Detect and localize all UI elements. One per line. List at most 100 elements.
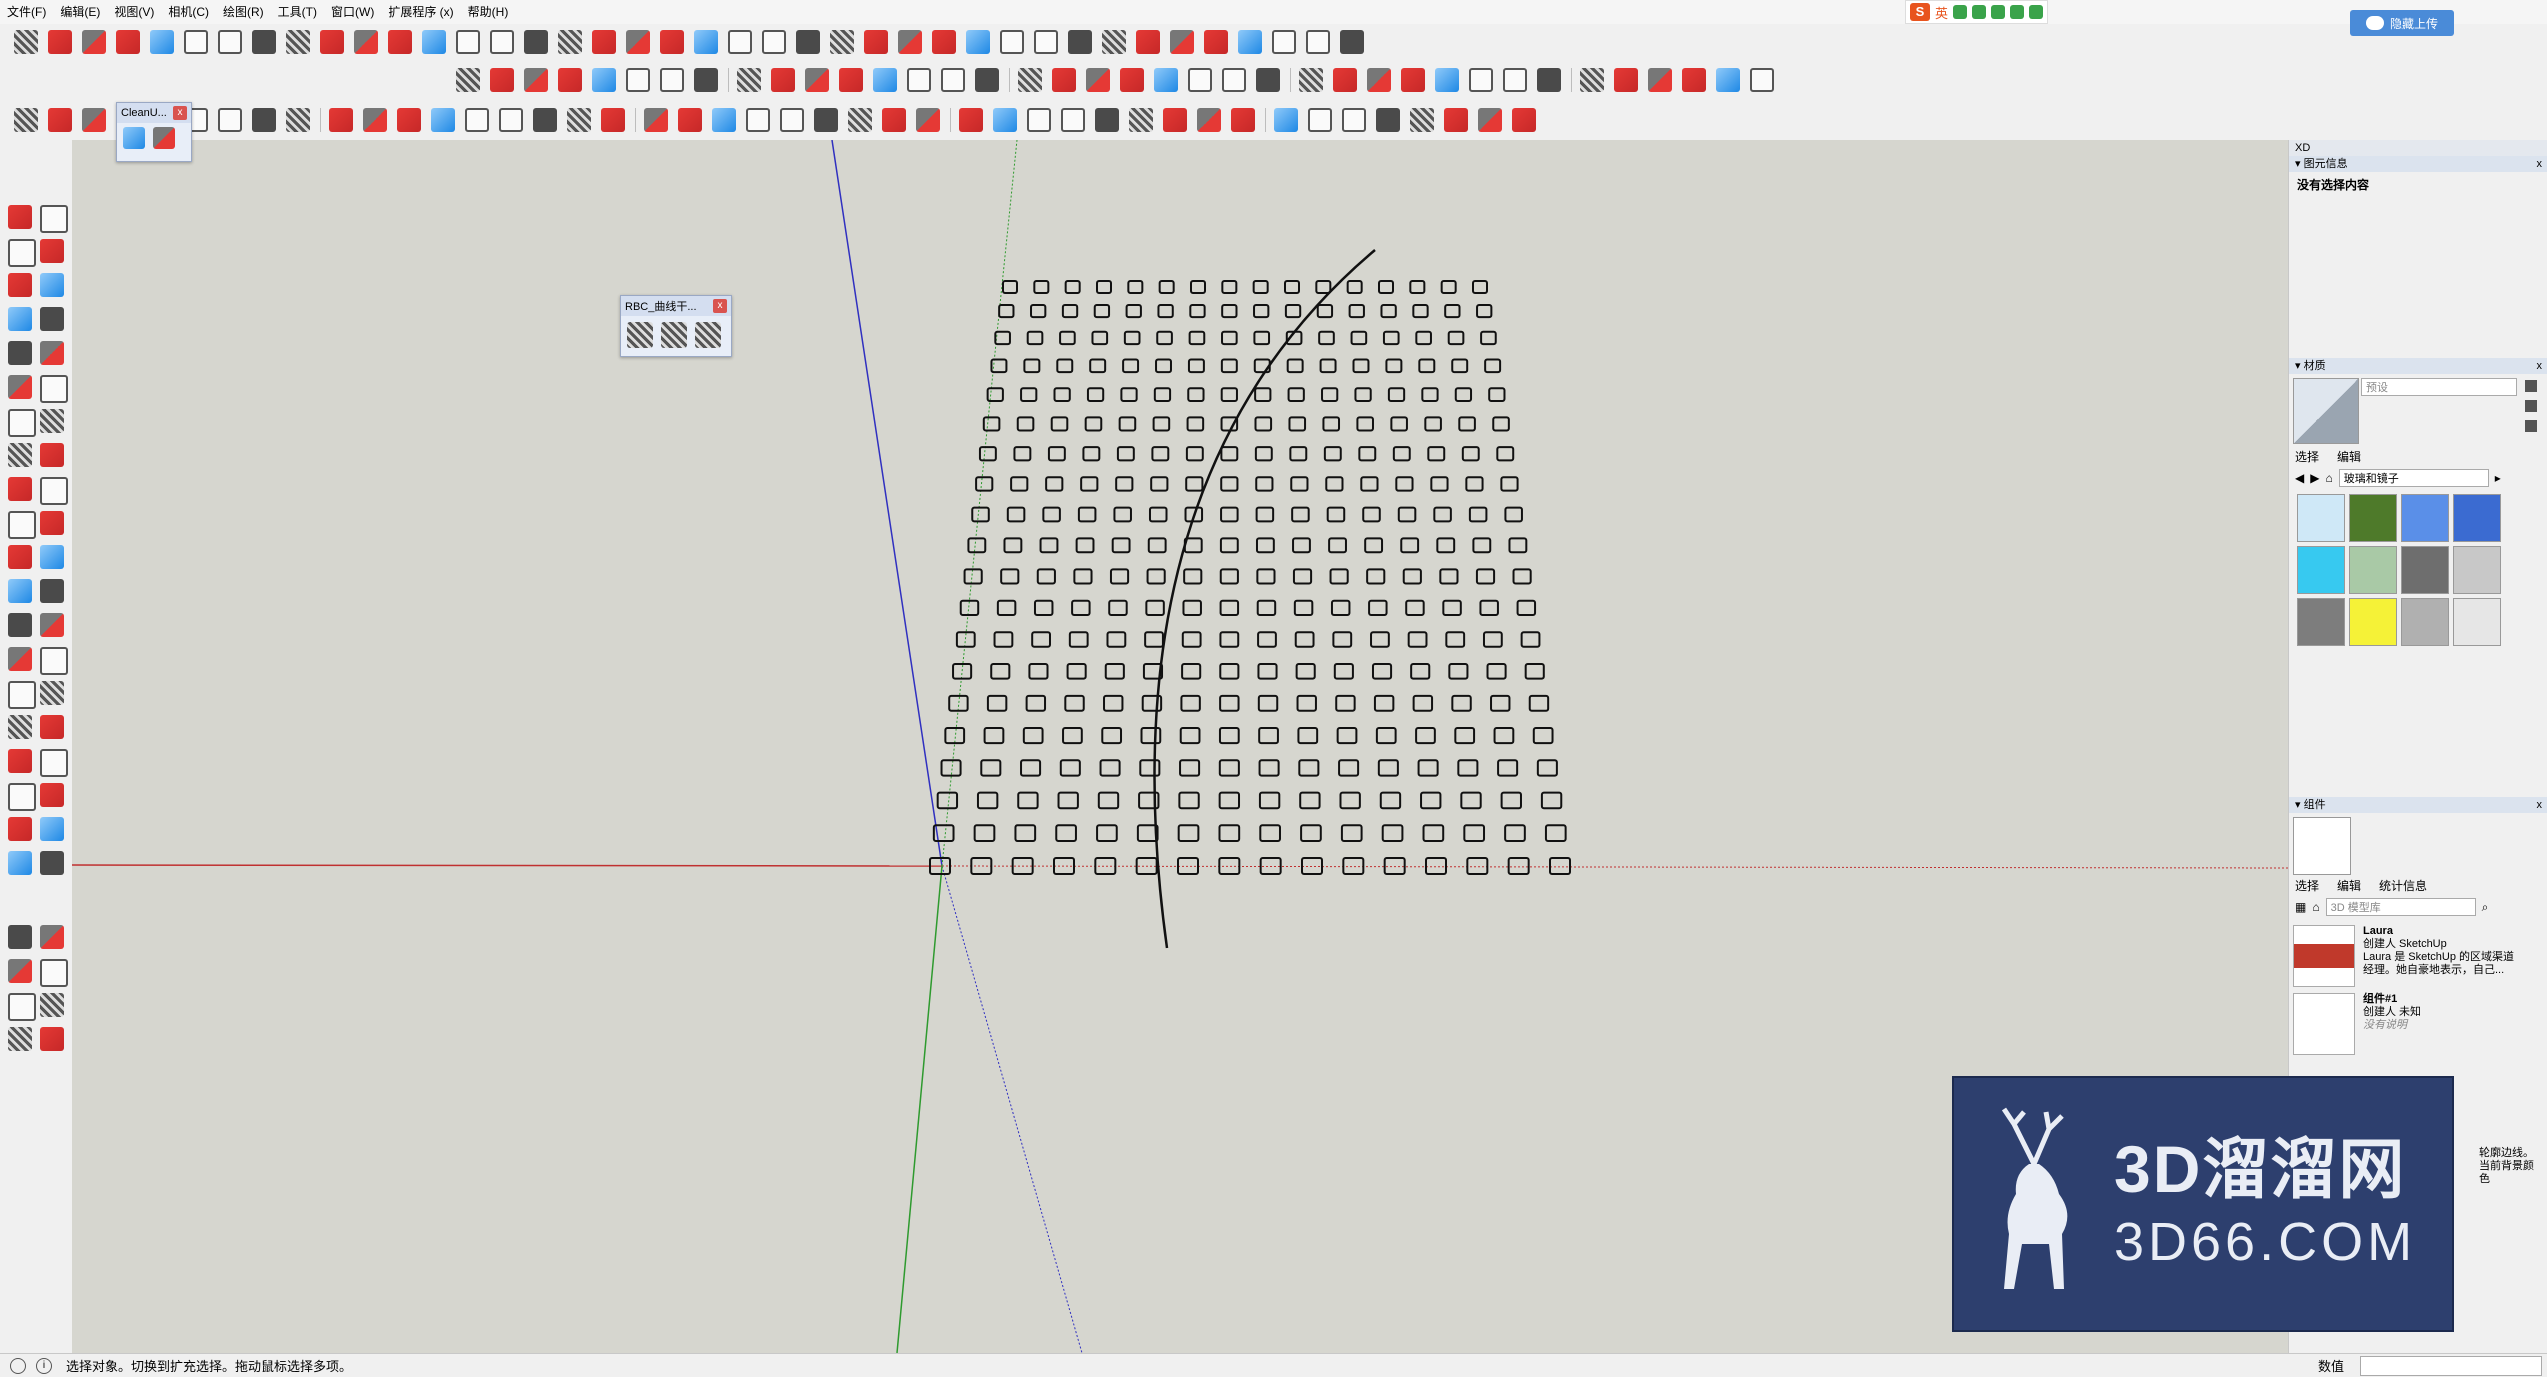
- left-tool-icon[interactable]: [40, 925, 64, 949]
- left-tool-icon[interactable]: [8, 715, 32, 739]
- component-instance[interactable]: [1338, 759, 1360, 777]
- component-instance[interactable]: [1524, 662, 1545, 680]
- cube-icon[interactable]: [2525, 400, 2537, 412]
- material-swatch[interactable]: [2453, 546, 2501, 594]
- component-instance[interactable]: [1421, 387, 1439, 403]
- toolbar-tool-icon[interactable]: [218, 108, 242, 132]
- component-instance[interactable]: [1219, 694, 1240, 712]
- component-search-input[interactable]: 3D 模型库: [2325, 898, 2476, 916]
- component-instance[interactable]: [1329, 568, 1349, 585]
- left-tool-icon[interactable]: [8, 239, 36, 267]
- component-instance[interactable]: [1033, 599, 1054, 617]
- component-instance[interactable]: [1010, 476, 1029, 492]
- component-instance[interactable]: [1218, 824, 1241, 843]
- component-instance[interactable]: [1504, 824, 1526, 843]
- toolbar-tool-icon[interactable]: [1340, 30, 1364, 54]
- component-instance[interactable]: [1319, 358, 1337, 374]
- toolbar-tool-icon[interactable]: [48, 30, 72, 54]
- toolbar-tool-icon[interactable]: [1238, 30, 1262, 54]
- search-icon[interactable]: ⌕: [2482, 900, 2489, 915]
- toolbar-tool-icon[interactable]: [830, 30, 854, 54]
- component-instance[interactable]: [1221, 303, 1238, 319]
- toolbar-tool-icon[interactable]: [1478, 108, 1502, 132]
- toolbar-tool-icon[interactable]: [1120, 68, 1144, 92]
- toolbar-tool-icon[interactable]: [898, 30, 922, 54]
- component-instance[interactable]: [1096, 280, 1112, 294]
- component-instance[interactable]: [936, 791, 959, 810]
- toolbar-tool-icon[interactable]: [728, 30, 752, 54]
- toolbar-tool-icon[interactable]: [805, 68, 829, 92]
- home-icon[interactable]: ⌂: [2325, 471, 2332, 485]
- component-instance[interactable]: [1064, 694, 1085, 712]
- menu-view[interactable]: 视图(V): [107, 0, 161, 24]
- left-tool-icon[interactable]: [8, 307, 32, 331]
- component-instance[interactable]: [1151, 446, 1170, 462]
- component-instance[interactable]: [1447, 330, 1465, 346]
- ime-voice-icon[interactable]: [1972, 5, 1987, 19]
- left-tool-icon[interactable]: [40, 613, 64, 637]
- component-instance[interactable]: [1101, 726, 1123, 745]
- toolbar-tool-icon[interactable]: [558, 68, 582, 92]
- components-header[interactable]: ▾ 组件 x: [2289, 797, 2547, 813]
- component-instance[interactable]: [1099, 759, 1121, 777]
- ime-menu-icon[interactable]: [2029, 5, 2044, 19]
- toolbar-tool-icon[interactable]: [1052, 68, 1076, 92]
- component-instance[interactable]: [967, 537, 987, 554]
- left-tool-icon[interactable]: [40, 959, 68, 987]
- component-instance[interactable]: [1181, 662, 1202, 680]
- toolbar-tool-icon[interactable]: [1648, 68, 1672, 92]
- component-instance[interactable]: [1115, 476, 1134, 492]
- ime-logo-icon[interactable]: S: [1910, 3, 1930, 21]
- toolbar-tool-icon[interactable]: [1027, 108, 1051, 132]
- component-instance[interactable]: [940, 759, 962, 777]
- component-instance[interactable]: [1068, 631, 1089, 648]
- component-instance[interactable]: [1257, 662, 1278, 680]
- component-instance[interactable]: [982, 416, 1001, 432]
- toolbar-tool-icon[interactable]: [1306, 30, 1330, 54]
- component-instance[interactable]: [1458, 416, 1476, 432]
- component-instance[interactable]: [1436, 537, 1456, 554]
- toolbar-tool-icon[interactable]: [694, 68, 718, 92]
- toolbar-tool-icon[interactable]: [796, 30, 820, 54]
- toolbar-tool-icon[interactable]: [1444, 108, 1468, 132]
- toolbar-tool-icon[interactable]: [1163, 108, 1187, 132]
- left-tool-icon[interactable]: [8, 409, 36, 437]
- component-instance[interactable]: [1292, 568, 1313, 585]
- component-instance[interactable]: [1536, 759, 1558, 777]
- left-tool-icon[interactable]: [40, 579, 64, 603]
- component-instance[interactable]: [994, 330, 1011, 346]
- component-instance[interactable]: [1045, 476, 1064, 492]
- component-instance[interactable]: [1366, 568, 1386, 585]
- left-tool-icon[interactable]: [8, 477, 32, 501]
- component-instance[interactable]: [1082, 446, 1101, 462]
- component-instance[interactable]: [1028, 662, 1049, 680]
- component-instance[interactable]: [1020, 759, 1042, 777]
- left-tool-icon[interactable]: [40, 545, 64, 569]
- left-tool-icon[interactable]: [40, 239, 64, 263]
- component-instance[interactable]: [1178, 791, 1200, 810]
- component-instance[interactable]: [1189, 303, 1206, 319]
- left-tool-icon[interactable]: [8, 1027, 32, 1051]
- component-instance[interactable]: [976, 791, 999, 810]
- component-instance[interactable]: [1258, 759, 1280, 777]
- component-instance[interactable]: [1177, 824, 1200, 843]
- close-icon[interactable]: x: [2537, 358, 2543, 374]
- component-instance[interactable]: [1258, 791, 1281, 810]
- component-instance[interactable]: [1006, 506, 1026, 523]
- component-instance[interactable]: [1140, 726, 1162, 745]
- details-icon[interactable]: ▸: [2495, 471, 2501, 485]
- left-tool-icon[interactable]: [8, 993, 36, 1021]
- component-instance[interactable]: [1493, 726, 1515, 745]
- component-instance[interactable]: [1220, 358, 1238, 374]
- left-tool-icon[interactable]: [40, 1027, 64, 1051]
- component-instance[interactable]: [1300, 824, 1322, 843]
- toolbar-tool-icon[interactable]: [1614, 68, 1638, 92]
- component-instance[interactable]: [1479, 599, 1499, 617]
- left-tool-icon[interactable]: [8, 375, 32, 399]
- material-swatch[interactable]: [2401, 598, 2449, 646]
- toolbar-tool-icon[interactable]: [329, 108, 353, 132]
- component-instance[interactable]: [1253, 330, 1271, 346]
- component-instance[interactable]: [1042, 506, 1061, 523]
- component-instance[interactable]: [1457, 759, 1479, 777]
- component-instance[interactable]: [1111, 537, 1131, 554]
